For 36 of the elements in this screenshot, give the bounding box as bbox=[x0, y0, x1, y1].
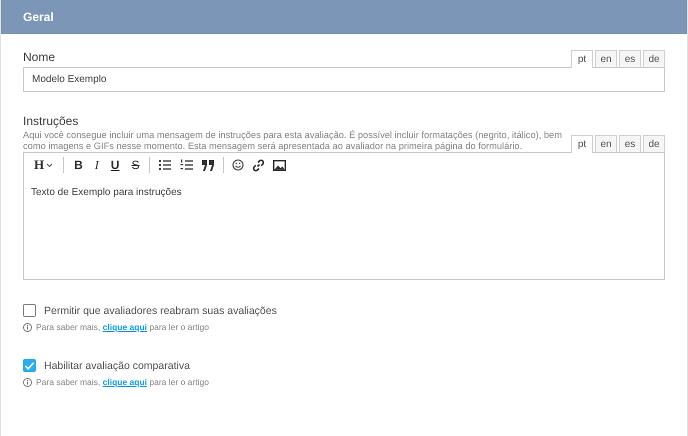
checkmark-icon bbox=[24, 360, 35, 370]
language-tab[interactable]: pt bbox=[571, 50, 593, 68]
info-icon bbox=[23, 378, 32, 386]
language-tab[interactable]: en bbox=[595, 50, 617, 67]
heading-button[interactable]: H bbox=[32, 157, 56, 173]
checkbox[interactable] bbox=[23, 359, 36, 372]
language-tab[interactable]: de bbox=[643, 135, 665, 152]
link-icon[interactable] bbox=[252, 158, 266, 172]
help-text: Para saber mais, clique aqui para ler o artigo bbox=[36, 377, 209, 387]
format-button[interactable]: U bbox=[108, 158, 122, 172]
name-input[interactable]: Modelo Exemplo bbox=[23, 67, 665, 92]
section-title: Geral bbox=[23, 10, 54, 24]
format-button[interactable]: I bbox=[92, 158, 101, 172]
info-icon bbox=[23, 322, 32, 332]
format-button[interactable]: S bbox=[129, 158, 142, 172]
field-label: Instruções bbox=[23, 114, 80, 128]
format-button[interactable]: B bbox=[72, 158, 85, 172]
language-tab[interactable]: en bbox=[595, 135, 617, 152]
language-tab[interactable]: es bbox=[619, 135, 641, 152]
quote-icon[interactable] bbox=[202, 160, 216, 170]
editor-text: Texto de Exemplo para instruções bbox=[30, 186, 183, 200]
field-label: Nome bbox=[23, 50, 56, 66]
image-icon[interactable] bbox=[273, 160, 286, 170]
language-tab[interactable]: pt bbox=[571, 135, 593, 153]
bullet-list-icon[interactable] bbox=[158, 159, 172, 171]
help-text: Para saber mais, clique aqui para ler o artigo bbox=[36, 322, 209, 332]
checkbox[interactable] bbox=[23, 304, 36, 317]
checkbox-label: Habilitar avaliação comparativa bbox=[44, 360, 190, 372]
checkbox-label: Permitir que avaliadores reabram suas avaliações bbox=[44, 304, 277, 316]
language-tab[interactable]: de bbox=[643, 50, 665, 67]
language-tab[interactable]: es bbox=[619, 50, 641, 67]
numbered-list-icon[interactable] bbox=[180, 159, 194, 171]
description-text: Aqui você consegue incluir uma mensagem de instruções para esta avaliação. É possível incluir formatações (negrito, itálico), bem como imagens e GIFs nesse momento. Esta mensagem será apresentada ao avaliador na primeira página do formulário. bbox=[23, 130, 563, 152]
caret-icon bbox=[46, 162, 54, 168]
rich-text-editor[interactable]: H B I U S Texto de Exemplo para instruções bbox=[23, 152, 665, 280]
emoji-icon[interactable] bbox=[232, 159, 244, 171]
